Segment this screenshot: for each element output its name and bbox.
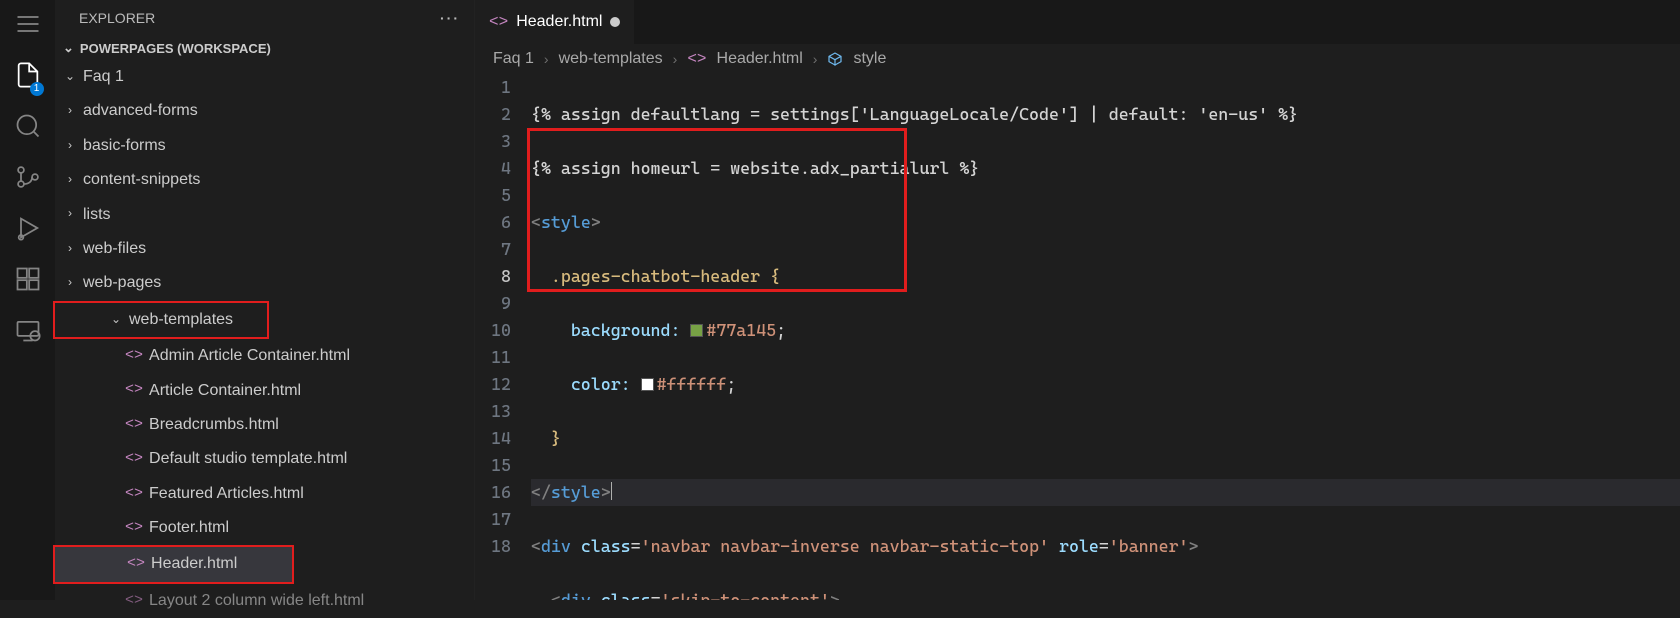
- chevron-right-icon: ›: [813, 51, 818, 67]
- remote-icon[interactable]: [14, 316, 42, 349]
- explorer-sidebar: EXPLORER ··· ⌄ POWERPAGES (WORKSPACE) ⌄ …: [55, 0, 475, 600]
- tab-bar: <> Header.html: [475, 0, 1680, 44]
- line-gutter: 123 456 789 101112 131415 161718: [475, 74, 531, 600]
- chevron-down-icon: ⌄: [63, 66, 77, 89]
- html-icon: <>: [125, 342, 143, 371]
- breadcrumb-seg[interactable]: web-templates: [559, 50, 663, 68]
- html-icon: <>: [489, 13, 508, 31]
- extensions-icon[interactable]: [14, 265, 42, 298]
- html-icon: <>: [125, 445, 143, 474]
- chevron-right-icon: ›: [673, 51, 678, 67]
- file-layout-2col[interactable]: <> Layout 2 column wide left.html: [63, 584, 474, 618]
- breadcrumb-seg[interactable]: Header.html: [717, 50, 803, 68]
- style-symbol-icon: [827, 51, 843, 67]
- chevron-right-icon: ›: [63, 100, 77, 123]
- chevron-right-icon: ›: [63, 203, 77, 226]
- html-icon: <>: [125, 514, 143, 543]
- chevron-right-icon: ›: [63, 272, 77, 295]
- menu-icon[interactable]: [14, 10, 42, 43]
- breadcrumb[interactable]: Faq 1 › web-templates › <> Header.html ›…: [475, 44, 1680, 74]
- folder-web-pages[interactable]: › web-pages: [63, 266, 474, 300]
- code-editor[interactable]: 123 456 789 101112 131415 161718 {% assi…: [475, 74, 1680, 600]
- html-icon: <>: [127, 550, 145, 579]
- chevron-right-icon: ›: [63, 238, 77, 261]
- code-content[interactable]: {% assign defaultlang = settings['Langua…: [531, 74, 1680, 600]
- badge: 1: [30, 82, 44, 96]
- activity-bar: 1: [0, 0, 55, 600]
- html-icon: <>: [125, 587, 143, 616]
- color-swatch-icon: [641, 378, 654, 391]
- html-icon: <>: [687, 50, 706, 68]
- html-icon: <>: [125, 411, 143, 440]
- search-icon[interactable]: [14, 112, 42, 145]
- folder-advanced-forms[interactable]: › advanced-forms: [63, 94, 474, 128]
- folder-content-snippets[interactable]: › content-snippets: [63, 163, 474, 197]
- workspace-section[interactable]: ⌄ POWERPAGES (WORKSPACE): [55, 36, 474, 60]
- color-swatch-icon: [690, 324, 703, 337]
- chevron-down-icon: ⌄: [63, 40, 74, 56]
- tab-header-html[interactable]: <> Header.html: [475, 0, 635, 44]
- chevron-down-icon: ⌄: [109, 309, 123, 332]
- more-actions-icon[interactable]: ···: [440, 10, 460, 26]
- breadcrumb-seg[interactable]: Faq 1: [493, 50, 534, 68]
- explorer-title: EXPLORER: [79, 10, 155, 26]
- file-default-studio[interactable]: <> Default studio template.html: [63, 442, 474, 476]
- html-icon: <>: [125, 480, 143, 509]
- file-featured-articles[interactable]: <> Featured Articles.html: [63, 477, 474, 511]
- html-icon: <>: [125, 376, 143, 405]
- breadcrumb-seg[interactable]: style: [853, 50, 886, 68]
- source-control-icon[interactable]: [14, 163, 42, 196]
- tab-label: Header.html: [516, 13, 602, 31]
- folder-web-templates[interactable]: ⌄ web-templates: [53, 301, 269, 339]
- dirty-indicator-icon: [610, 17, 620, 27]
- folder-faq1[interactable]: ⌄ Faq 1: [63, 60, 474, 94]
- chevron-right-icon: ›: [63, 169, 77, 192]
- folder-basic-forms[interactable]: › basic-forms: [63, 129, 474, 163]
- folder-lists[interactable]: › lists: [63, 198, 474, 232]
- file-breadcrumbs[interactable]: <> Breadcrumbs.html: [63, 408, 474, 442]
- run-debug-icon[interactable]: [14, 214, 42, 247]
- file-article-container[interactable]: <> Article Container.html: [63, 374, 474, 408]
- workspace-name: POWERPAGES (WORKSPACE): [80, 41, 271, 56]
- file-admin-article[interactable]: <> Admin Article Container.html: [63, 339, 474, 373]
- file-footer[interactable]: <> Footer.html: [63, 511, 474, 545]
- explorer-icon[interactable]: 1: [14, 61, 42, 94]
- chevron-right-icon: ›: [63, 135, 77, 158]
- chevron-right-icon: ›: [544, 51, 549, 67]
- folder-web-files[interactable]: › web-files: [63, 232, 474, 266]
- file-header[interactable]: <> Header.html: [53, 545, 294, 583]
- editor-area: <> Header.html Faq 1 › web-templates › <…: [475, 0, 1680, 600]
